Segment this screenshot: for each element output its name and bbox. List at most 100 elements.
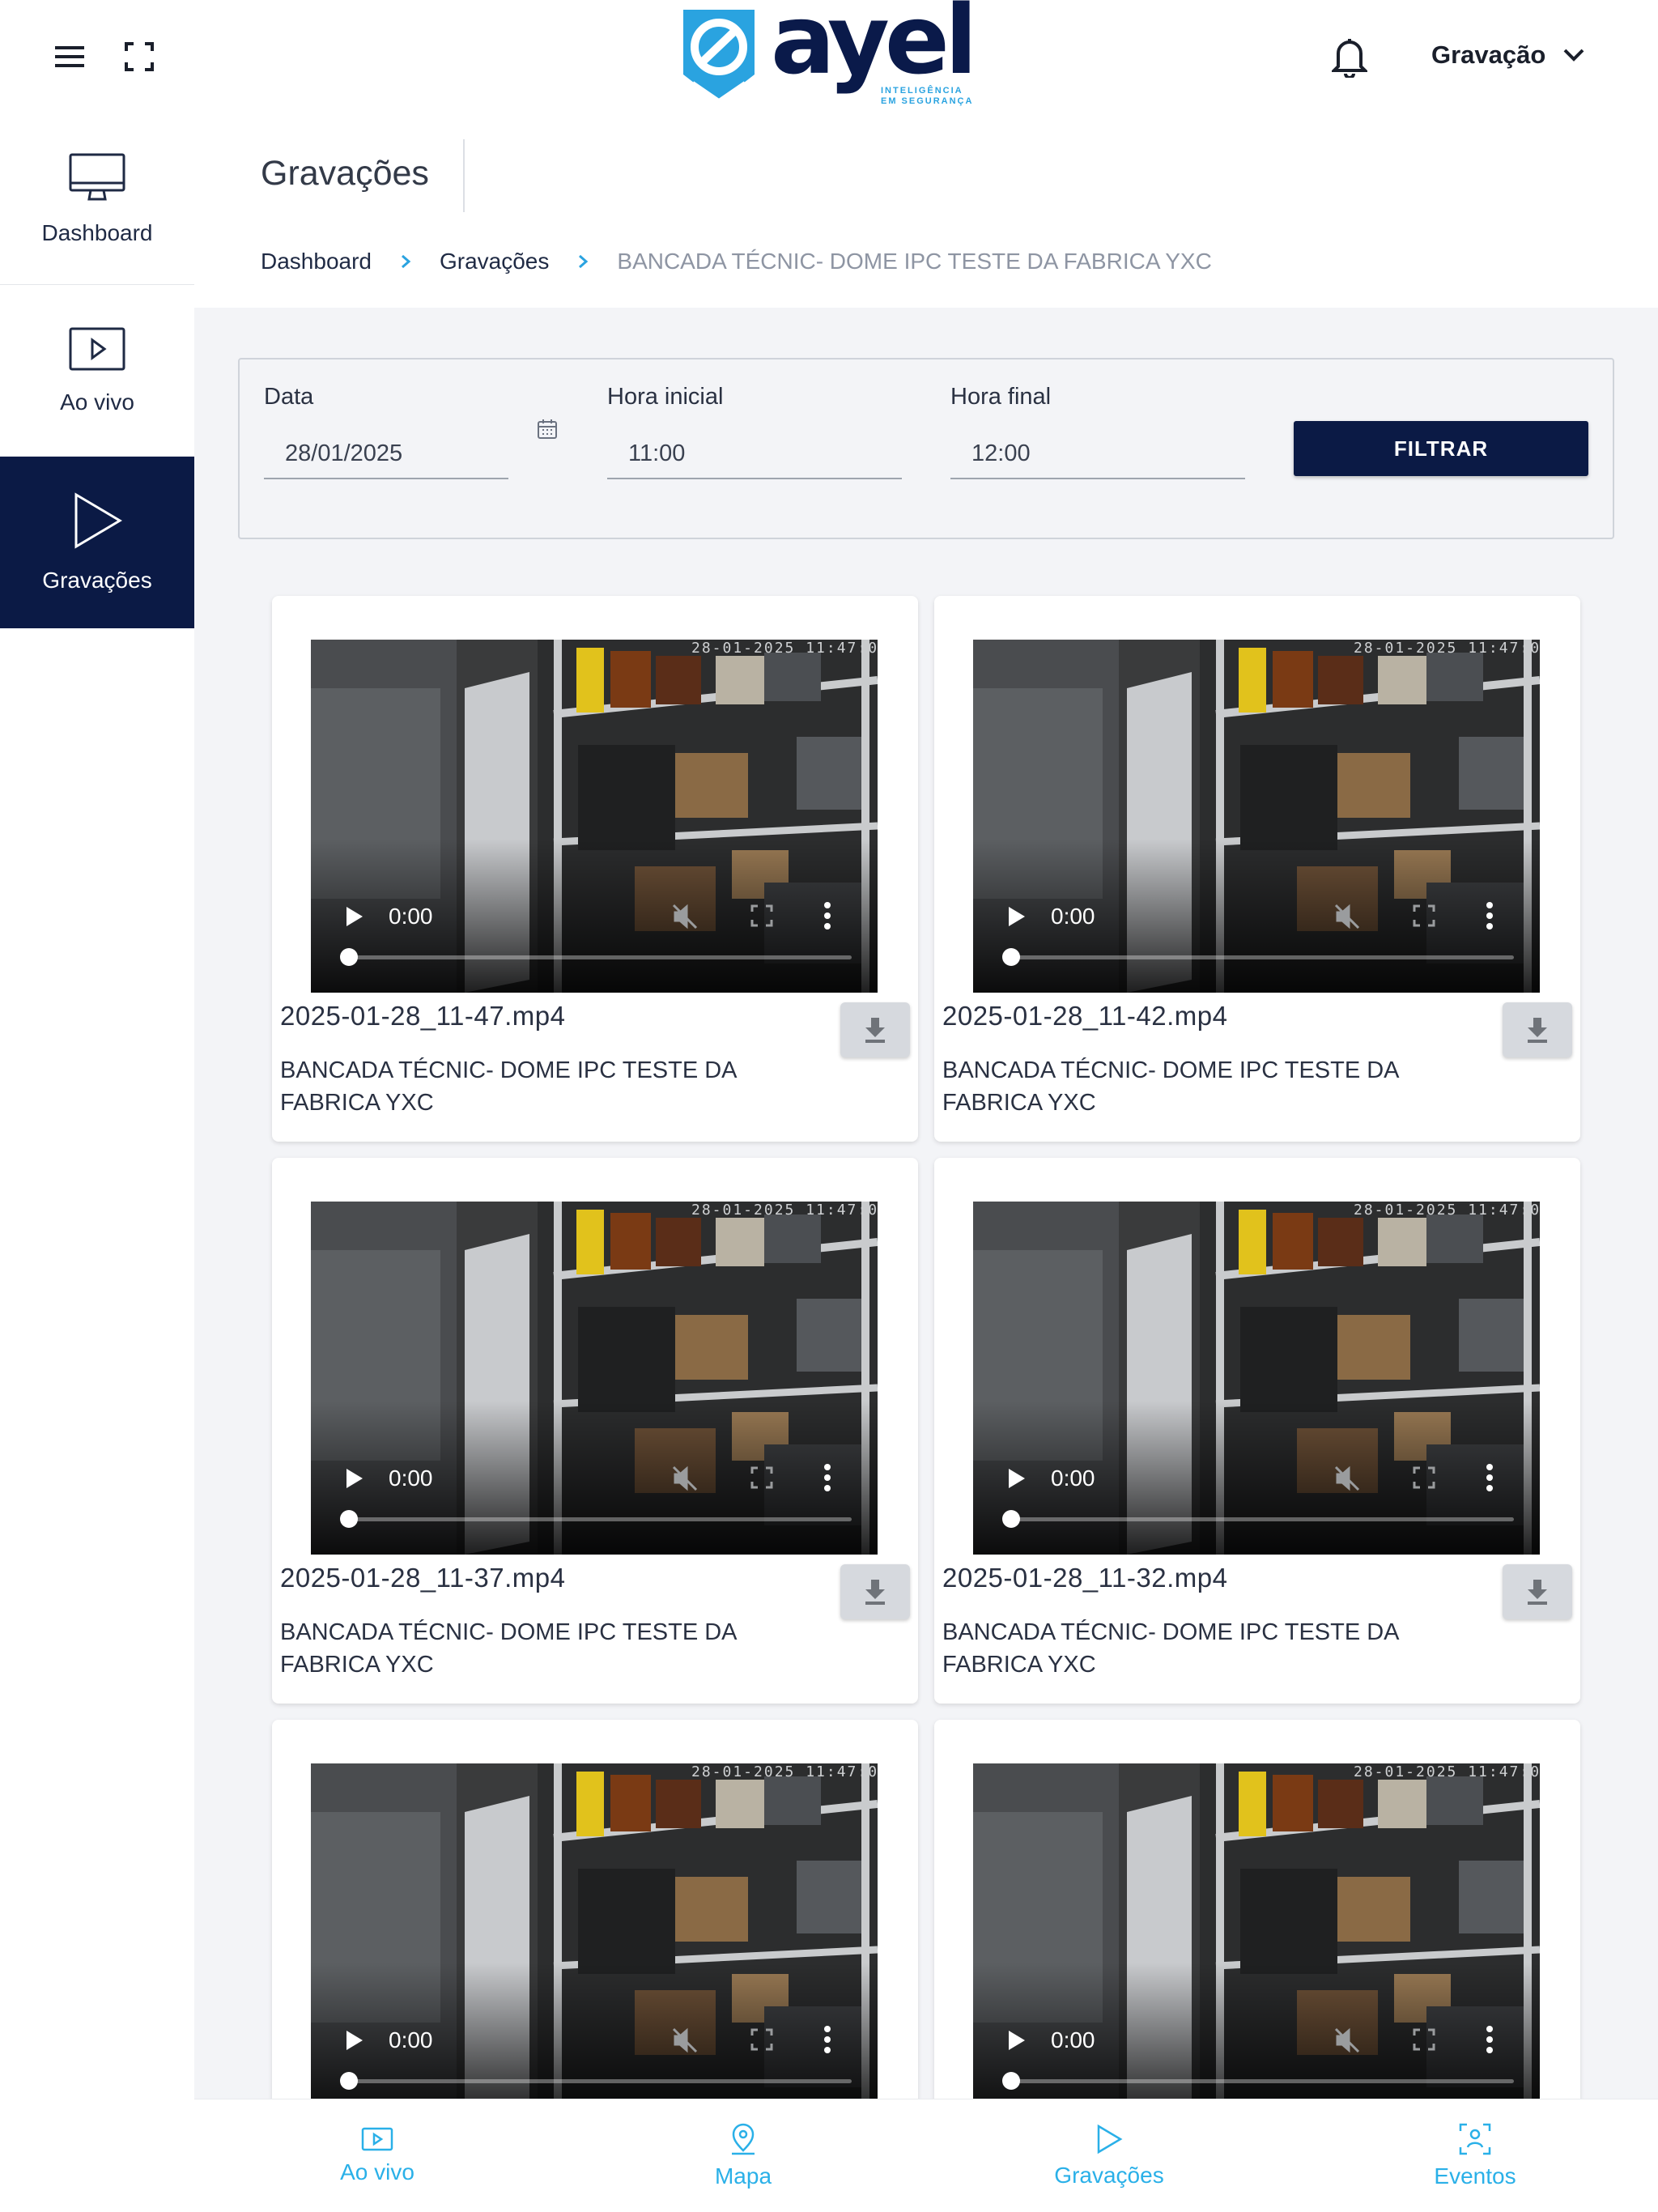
mute-icon[interactable] (670, 2026, 699, 2055)
fullscreen-icon[interactable] (750, 904, 774, 928)
more-vert-icon[interactable] (823, 1462, 832, 1493)
download-icon (1528, 1580, 1547, 1605)
start-time-field-group: Hora inicial 11:00 (607, 384, 902, 479)
bottom-nav-eventos[interactable]: Eventos (1292, 2099, 1658, 2212)
filter-button[interactable]: FILTRAR (1294, 421, 1588, 476)
bottom-nav-gravacoes[interactable]: Gravações (926, 2099, 1292, 2212)
svg-text:28-01-2025 11:47:00: 28-01-2025 11:47:00 (1354, 1763, 1540, 1780)
seek-knob[interactable] (340, 1510, 358, 1528)
fullscreen-icon[interactable] (1412, 2027, 1436, 2052)
logo-shield-icon (683, 10, 755, 103)
recording-card: 28-01-2025 11:47:00 0:00 2025-01-28_11-4… (934, 596, 1580, 1142)
fullscreen-button[interactable] (118, 36, 160, 78)
download-button[interactable] (1503, 1564, 1572, 1619)
logo-tagline: INTELIGÊNCIA EM SEGURANÇA (881, 86, 974, 106)
mute-icon[interactable] (670, 902, 699, 931)
top-header: ayel INTELIGÊNCIA EM SEGURANÇA Gravação (0, 0, 1658, 113)
mute-icon[interactable] (1333, 2026, 1362, 2055)
recording-file-name: 2025-01-28_11-47.mp4 (280, 1001, 566, 1031)
play-icon (74, 492, 122, 549)
video-seek-bar[interactable] (340, 1510, 852, 1528)
download-button[interactable] (1503, 1002, 1572, 1057)
mute-icon[interactable] (1333, 902, 1362, 931)
breadcrumb-gravacoes[interactable]: Gravações (440, 249, 549, 274)
svg-text:28-01-2025 11:47:00: 28-01-2025 11:47:00 (1354, 640, 1540, 657)
play-icon[interactable] (343, 905, 364, 928)
menu-button[interactable] (49, 36, 91, 78)
bell-icon (1330, 39, 1369, 79)
seek-knob[interactable] (1002, 948, 1020, 966)
video-seek-bar[interactable] (340, 2072, 852, 2090)
play-square-icon (69, 327, 125, 370)
page-title: Gravações (261, 154, 429, 193)
video-seek-bar[interactable] (1002, 2072, 1514, 2090)
sidebar-item-ao-vivo[interactable]: Ao vivo (0, 285, 194, 457)
seek-knob[interactable] (340, 948, 358, 966)
seek-knob[interactable] (340, 2072, 358, 2090)
more-vert-icon[interactable] (1485, 2024, 1494, 2055)
play-icon[interactable] (343, 2029, 364, 2052)
recording-camera-name: BANCADA TÉCNIC- DOME IPC TESTE DA FABRIC… (942, 1619, 1398, 1678)
video-player[interactable]: 28-01-2025 11:47:00 0:00 (973, 1202, 1540, 1555)
bottom-navigation: Ao vivo Mapa Gravações Eventos (194, 2099, 1658, 2212)
sidebar-item-dashboard[interactable]: Dashboard (0, 113, 194, 285)
more-vert-icon[interactable] (1485, 1462, 1494, 1493)
sidebar-item-label: Ao vivo (60, 389, 134, 415)
fullscreen-icon[interactable] (1412, 1465, 1436, 1490)
bottom-nav-mapa[interactable]: Mapa (560, 2099, 926, 2212)
video-player[interactable]: 28-01-2025 11:47:00 0:00 (311, 1202, 878, 1555)
sidebar-item-gravacoes[interactable]: Gravações (0, 457, 194, 628)
face-scan-icon (1459, 2123, 1491, 2155)
video-seek-bar[interactable] (1002, 1510, 1514, 1528)
seek-knob[interactable] (1002, 2072, 1020, 2090)
end-time-label: Hora final (950, 384, 1052, 410)
svg-text:28-01-2025 11:47:00: 28-01-2025 11:47:00 (691, 1202, 878, 1219)
mute-icon[interactable] (1333, 1464, 1362, 1493)
date-input[interactable]: 28/01/2025 (264, 426, 508, 479)
chevron-right-icon (401, 254, 411, 269)
play-icon[interactable] (1005, 2029, 1027, 2052)
download-button[interactable] (840, 1002, 910, 1057)
recording-card: 28-01-2025 11:47:00 0:00 2025-01-28_11-4… (272, 596, 918, 1142)
fullscreen-icon[interactable] (750, 2027, 774, 2052)
download-button[interactable] (840, 1564, 910, 1619)
video-player[interactable]: 28-01-2025 11:47:00 0:00 (311, 1763, 878, 2116)
play-icon[interactable] (1005, 1467, 1027, 1490)
bottom-nav-label: Ao vivo (340, 2159, 414, 2184)
sidebar-item-label: Dashboard (41, 219, 153, 245)
play-icon[interactable] (343, 1467, 364, 1490)
fullscreen-icon[interactable] (1412, 904, 1436, 928)
download-icon (865, 1018, 885, 1043)
user-menu-dropdown[interactable]: Gravação (1431, 36, 1586, 74)
video-time: 0:00 (389, 1465, 433, 1491)
download-icon (865, 1580, 885, 1605)
bottom-nav-ao-vivo[interactable]: Ao vivo (194, 2099, 560, 2212)
video-time: 0:00 (389, 2027, 433, 2052)
more-vert-icon[interactable] (823, 2024, 832, 2055)
more-vert-icon[interactable] (1485, 900, 1494, 931)
fullscreen-icon (125, 42, 154, 71)
ayel-logo: ayel INTELIGÊNCIA EM SEGURANÇA (677, 0, 984, 110)
bottom-nav-label: Eventos (1434, 2163, 1516, 2189)
play-icon[interactable] (1005, 905, 1027, 928)
video-player[interactable]: 28-01-2025 11:47:00 0:00 (311, 640, 878, 993)
bottom-nav-label: Gravações (1054, 2162, 1164, 2188)
calendar-icon[interactable] (536, 418, 559, 440)
seek-knob[interactable] (1002, 1510, 1020, 1528)
end-time-input[interactable]: 12:00 (950, 426, 1245, 479)
recording-file-name: 2025-01-28_11-32.mp4 (942, 1563, 1228, 1593)
mute-icon[interactable] (670, 1464, 699, 1493)
fullscreen-icon[interactable] (750, 1465, 774, 1490)
map-pin-icon (732, 2123, 755, 2155)
video-seek-bar[interactable] (1002, 948, 1514, 966)
more-vert-icon[interactable] (823, 900, 832, 931)
recording-camera-name: BANCADA TÉCNIC- DOME IPC TESTE DA FABRIC… (280, 1057, 736, 1116)
video-player[interactable]: 28-01-2025 11:47:00 0:00 (973, 1763, 1540, 2116)
start-time-input[interactable]: 11:00 (607, 426, 902, 479)
chevron-down-icon (1563, 49, 1584, 62)
user-menu-label: Gravação (1431, 40, 1546, 69)
breadcrumb-dashboard[interactable]: Dashboard (261, 249, 372, 274)
video-seek-bar[interactable] (340, 948, 852, 966)
notifications-button[interactable] (1330, 36, 1374, 81)
video-player[interactable]: 28-01-2025 11:47:00 0:00 (973, 640, 1540, 993)
